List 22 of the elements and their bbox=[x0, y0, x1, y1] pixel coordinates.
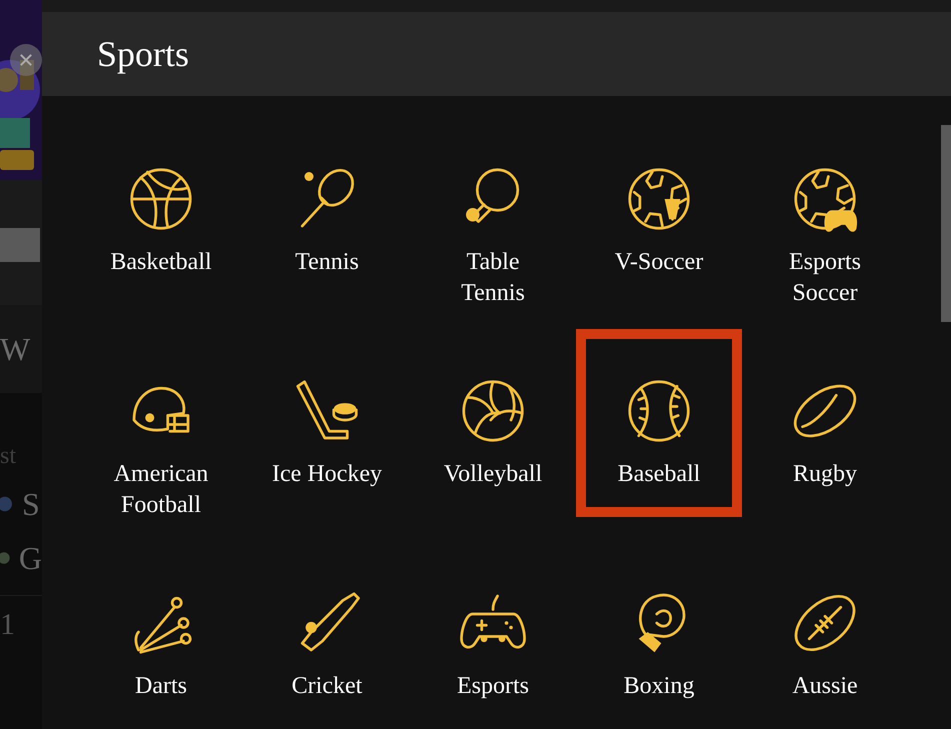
sport-tile[interactable]: Tennis bbox=[244, 117, 410, 305]
sport-tile[interactable]: Cricket bbox=[244, 541, 410, 729]
sport-tile[interactable]: Aussie bbox=[742, 541, 908, 729]
sport-tile[interactable]: Basketball bbox=[78, 117, 244, 305]
sport-tile[interactable]: Boxing bbox=[576, 541, 742, 729]
scrollbar[interactable] bbox=[941, 125, 951, 322]
panel-title: Sports bbox=[97, 32, 190, 75]
sport-tile[interactable]: V-Soccer bbox=[576, 117, 742, 305]
team-name: G bbox=[18, 540, 42, 576]
sport-tile[interactable]: American Football bbox=[78, 329, 244, 517]
sport-tile[interactable]: Esports Soccer bbox=[742, 117, 908, 305]
close-button[interactable] bbox=[10, 44, 42, 76]
sport-tile[interactable]: Esports bbox=[410, 541, 576, 729]
team-name: S bbox=[22, 486, 40, 522]
sport-tile[interactable]: Table Tennis bbox=[410, 117, 576, 305]
score-text: 1 bbox=[0, 608, 15, 641]
sport-tile[interactable]: Baseball bbox=[576, 329, 742, 517]
section-heading: W bbox=[0, 330, 30, 368]
sport-tile[interactable]: Volleyball bbox=[410, 329, 576, 517]
sport-tile[interactable]: Rugby bbox=[742, 329, 908, 517]
sport-tile[interactable]: Darts bbox=[78, 541, 244, 729]
sport-tile[interactable]: Ice Hockey bbox=[244, 329, 410, 517]
